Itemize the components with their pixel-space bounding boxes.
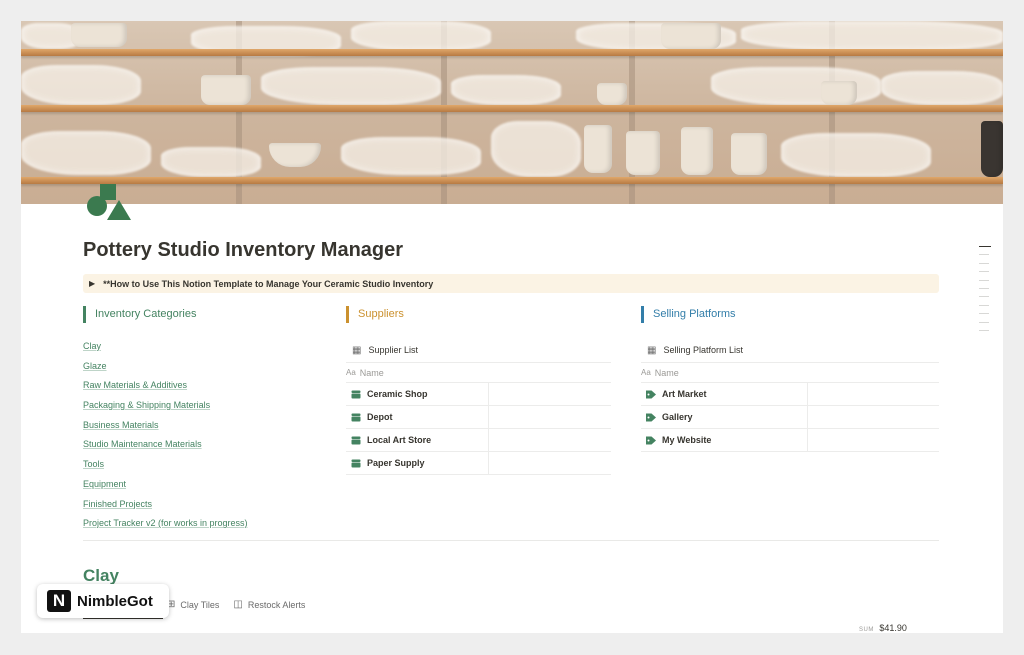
row-name: Gallery bbox=[662, 412, 693, 422]
clay-section-heading: Clay bbox=[83, 566, 119, 585]
clay-view-tabs: ⊞ Clay Tiles ◫ Restock Alerts bbox=[167, 599, 319, 610]
category-link[interactable]: Studio Maintenance Materials bbox=[83, 435, 323, 455]
toc-dash[interactable] bbox=[979, 287, 989, 289]
triangle-right-icon[interactable]: ▶ bbox=[89, 279, 95, 288]
row-name: Paper Supply bbox=[367, 458, 425, 468]
supplier-rows: Ceramic Shop Depot Local Art Store Paper Su… bbox=[346, 383, 611, 475]
heading-accent-bar bbox=[83, 305, 86, 323]
db-title-text: Selling Platform List bbox=[663, 345, 743, 355]
how-to-toggle[interactable]: ▶ **How to Use This Notion Template to M… bbox=[83, 274, 939, 293]
watermark-badge: N NimbleGot bbox=[37, 584, 169, 618]
heading-accent-bar bbox=[641, 305, 644, 323]
section-divider bbox=[83, 540, 939, 541]
notion-page: Pottery Studio Inventory Manager ▶ **How… bbox=[21, 21, 1003, 633]
name-column-header[interactable]: Aa Name bbox=[641, 362, 939, 383]
database-icon bbox=[351, 436, 361, 445]
row-name: My Website bbox=[662, 435, 712, 445]
toc-dash[interactable] bbox=[979, 313, 989, 315]
category-link[interactable]: Business Materials bbox=[83, 416, 323, 436]
category-link[interactable]: Finished Projects bbox=[83, 495, 323, 515]
heading-text: Inventory Categories bbox=[95, 308, 197, 320]
suppliers-column: Suppliers ▦ Supplier List Aa Name Cerami… bbox=[346, 303, 611, 475]
selling-platforms-column: Selling Platforms ▦ Selling Platform Lis… bbox=[641, 303, 939, 452]
heading-text: Suppliers bbox=[358, 308, 404, 320]
db-row[interactable]: Local Art Store bbox=[346, 429, 611, 452]
row-name: Local Art Store bbox=[367, 435, 432, 445]
toc-dash[interactable] bbox=[979, 254, 989, 256]
database-icon bbox=[351, 459, 361, 468]
selling-platforms-heading: Selling Platforms bbox=[641, 303, 939, 325]
category-link[interactable]: Tools bbox=[83, 455, 323, 475]
tag-icon bbox=[646, 390, 656, 399]
category-link[interactable]: Packaging & Shipping Materials bbox=[83, 396, 323, 416]
db-row[interactable]: Ceramic Shop bbox=[346, 383, 611, 406]
logo-icon: N bbox=[47, 590, 71, 612]
tab-label: Clay Tiles bbox=[180, 599, 220, 610]
category-link[interactable]: Raw Materials & Additives bbox=[83, 376, 323, 396]
category-link[interactable]: Clay bbox=[83, 337, 323, 357]
platform-list-db-title[interactable]: ▦ Selling Platform List bbox=[641, 338, 939, 362]
toc-dash[interactable] bbox=[979, 271, 989, 273]
sum-value: $41.90 bbox=[879, 623, 907, 633]
toc-dash[interactable] bbox=[979, 329, 989, 331]
tab-label: Restock Alerts bbox=[247, 599, 306, 610]
page-title: Pottery Studio Inventory Manager bbox=[83, 239, 404, 261]
shapes-icon[interactable] bbox=[86, 182, 134, 222]
platform-rows: Art Market Gallery My Website bbox=[641, 383, 939, 452]
table-icon: ▦ bbox=[352, 344, 362, 356]
category-link[interactable]: Glaze bbox=[83, 357, 323, 377]
db-row[interactable]: Depot bbox=[346, 406, 611, 429]
category-link[interactable]: Project Tracker v2 (for works in progres… bbox=[83, 514, 323, 534]
db-row[interactable]: Art Market bbox=[641, 383, 939, 406]
toc-dash[interactable] bbox=[979, 279, 989, 281]
suppliers-heading: Suppliers bbox=[346, 303, 611, 325]
board-icon: ◫ bbox=[233, 599, 243, 610]
heading-text: Selling Platforms bbox=[653, 308, 736, 320]
heading-accent-bar bbox=[346, 305, 349, 323]
column-label: Name bbox=[359, 367, 384, 378]
toc-dash[interactable] bbox=[979, 304, 989, 306]
table-icon: ▦ bbox=[647, 344, 657, 356]
toc-dash[interactable] bbox=[979, 296, 989, 298]
toggle-text: **How to Use This Notion Template to Man… bbox=[103, 278, 434, 289]
row-name: Depot bbox=[367, 412, 393, 422]
inventory-categories-heading: Inventory Categories bbox=[83, 303, 323, 325]
category-list: Clay Glaze Raw Materials & Additives Packag… bbox=[83, 337, 323, 534]
row-name: Ceramic Shop bbox=[367, 389, 428, 399]
tab-restock-alerts[interactable]: ◫ Restock Alerts bbox=[233, 599, 305, 610]
text-property-icon: Aa bbox=[641, 368, 651, 377]
column-label: Name bbox=[654, 367, 679, 378]
row-name: Art Market bbox=[662, 389, 707, 399]
db-title-text: Supplier List bbox=[368, 345, 418, 355]
category-link[interactable]: Equipment bbox=[83, 475, 323, 495]
tag-icon bbox=[646, 413, 656, 422]
db-row[interactable]: Paper Supply bbox=[346, 452, 611, 475]
table-of-contents-minimap[interactable] bbox=[979, 246, 991, 338]
name-column-header[interactable]: Aa Name bbox=[346, 362, 611, 383]
supplier-list-db-title[interactable]: ▦ Supplier List bbox=[346, 338, 611, 362]
inventory-categories-column: Inventory Categories Clay Glaze Raw Materi… bbox=[83, 303, 323, 534]
toc-dash[interactable] bbox=[979, 321, 989, 323]
sum-label: SUM bbox=[859, 627, 874, 633]
db-row[interactable]: My Website bbox=[641, 429, 939, 452]
sum-footer[interactable]: SUM $41.90 bbox=[859, 623, 907, 633]
database-icon bbox=[351, 390, 361, 399]
db-row[interactable]: Gallery bbox=[641, 406, 939, 429]
toc-dash[interactable] bbox=[979, 246, 991, 247]
cover-image[interactable] bbox=[21, 21, 1003, 204]
text-property-icon: Aa bbox=[346, 368, 356, 377]
tab-clay-tiles[interactable]: ⊞ Clay Tiles bbox=[167, 599, 219, 610]
database-icon bbox=[351, 413, 361, 422]
tag-icon bbox=[646, 436, 656, 445]
toc-dash[interactable] bbox=[979, 262, 989, 264]
watermark-text: NimbleGot bbox=[77, 592, 153, 610]
